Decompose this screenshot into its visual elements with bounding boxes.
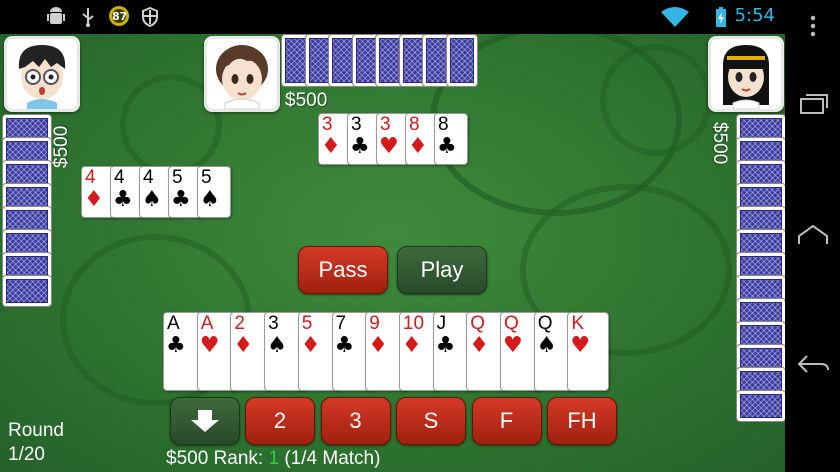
card-suit-icon: ♥ bbox=[379, 134, 399, 159]
card-suit-icon: ♣ bbox=[166, 333, 186, 358]
wifi-icon bbox=[660, 6, 690, 28]
girl-brown-hair-avatar-icon bbox=[216, 45, 268, 110]
footer-rank-value: 1 bbox=[268, 448, 280, 469]
card-suit-icon: ♥ bbox=[199, 333, 220, 358]
back-icon[interactable] bbox=[797, 352, 829, 376]
card-back bbox=[3, 276, 51, 306]
card-rank: 4 bbox=[143, 167, 154, 188]
navigation-bar bbox=[785, 0, 840, 472]
home-icon[interactable] bbox=[797, 224, 829, 248]
card-rank: J bbox=[436, 313, 447, 334]
card-back bbox=[446, 35, 477, 86]
round-value: 1/20 bbox=[8, 444, 45, 465]
hand-card[interactable]: K ♥ bbox=[567, 312, 610, 391]
card-rank: 9 bbox=[369, 313, 380, 334]
card-rank: A bbox=[200, 313, 214, 334]
card-suit-icon: ♠ bbox=[200, 187, 220, 212]
floral-swirl bbox=[600, 44, 712, 156]
card-suit-icon: ♦ bbox=[300, 333, 321, 358]
pass-button[interactable]: Pass bbox=[298, 246, 388, 294]
card-rank: 3 bbox=[322, 114, 333, 135]
card-back bbox=[737, 391, 785, 421]
card-rank: 10 bbox=[402, 313, 425, 334]
card-rank: 8 bbox=[438, 114, 449, 135]
card-rank: 3 bbox=[351, 114, 362, 135]
battery-charging-icon bbox=[714, 6, 728, 28]
card-rank: K bbox=[571, 313, 585, 334]
card-rank: 4 bbox=[114, 167, 125, 188]
combo-button[interactable]: F bbox=[471, 397, 542, 445]
sort-down-button[interactable] bbox=[170, 397, 240, 445]
left-player-money: $500 bbox=[51, 125, 72, 168]
usb-icon bbox=[80, 6, 96, 28]
combo-button[interactable]: 3 bbox=[320, 397, 391, 445]
footer-money: $500 bbox=[166, 448, 209, 469]
round-label: Round bbox=[8, 420, 64, 441]
card-rank: 3 bbox=[380, 114, 391, 135]
combo-button[interactable]: S bbox=[396, 397, 466, 445]
badge-count: 87 bbox=[112, 10, 128, 23]
avatar-left-player bbox=[4, 36, 80, 112]
down-arrow-icon bbox=[191, 410, 219, 432]
card-rank: 5 bbox=[172, 167, 183, 188]
card-rank: A bbox=[167, 313, 180, 334]
card-suit-icon: ♦ bbox=[84, 187, 104, 212]
card-suit-icon: ♠ bbox=[267, 333, 287, 358]
card-rank: 3 bbox=[268, 313, 279, 334]
card-suit-icon: ♠ bbox=[142, 187, 162, 212]
status-bar: 87 5:54 bbox=[0, 0, 785, 34]
clock: 5:54 bbox=[734, 5, 775, 26]
right-player-money: $500 bbox=[709, 122, 730, 165]
card-suit-icon: ♣ bbox=[350, 134, 370, 159]
card-suit-icon: ♣ bbox=[171, 187, 191, 212]
combo-button[interactable]: 2 bbox=[245, 397, 315, 445]
card-suit-icon: ♣ bbox=[113, 187, 133, 212]
card-suit-icon: ♣ bbox=[435, 333, 456, 358]
card-rank: 2 bbox=[234, 313, 245, 334]
card-rank: Q bbox=[470, 313, 486, 334]
card-rank: 7 bbox=[335, 313, 347, 334]
card-suit-icon: ♥ bbox=[570, 333, 591, 358]
recent-apps-icon[interactable] bbox=[797, 92, 829, 116]
footer-status: $500 Rank: 1 (1/4 Match) bbox=[166, 446, 380, 472]
card-rank: Q bbox=[537, 313, 553, 334]
avatar-right-player bbox=[708, 36, 784, 112]
menu-icon[interactable] bbox=[809, 14, 817, 38]
pile-card: 8 ♣ bbox=[434, 113, 468, 165]
card-rank: 8 bbox=[409, 114, 420, 135]
card-suit-icon: ♦ bbox=[321, 134, 341, 159]
card-rank: 5 bbox=[201, 167, 212, 188]
avatar-top-player bbox=[204, 36, 280, 112]
card-suit-icon: ♦ bbox=[233, 333, 254, 358]
card-suit-icon: ♣ bbox=[334, 333, 355, 358]
combo-button[interactable]: FH bbox=[547, 397, 617, 445]
girl-black-hair-avatar-icon bbox=[723, 45, 769, 110]
card-rank: 4 bbox=[85, 167, 96, 188]
card-suit-icon: ♦ bbox=[368, 333, 388, 358]
footer-match: (1/4 Match) bbox=[284, 448, 381, 469]
footer-rank-label: Rank: bbox=[213, 448, 264, 469]
card-suit-icon: ♦ bbox=[401, 333, 422, 358]
game-table: $500 $500 $500 Pass Play Round 1/20 $500… bbox=[0, 34, 785, 472]
card-suit-icon: ♦ bbox=[408, 134, 428, 159]
card-suit-icon: ♠ bbox=[536, 333, 557, 358]
card-suit-icon: ♣ bbox=[437, 134, 457, 159]
card-suit-icon: ♦ bbox=[469, 333, 490, 358]
card-suit-icon: ♥ bbox=[503, 333, 523, 358]
played-card: 5 ♠ bbox=[197, 166, 231, 218]
card-rank: 5 bbox=[301, 313, 313, 334]
card-rank: Q bbox=[504, 313, 519, 334]
play-button[interactable]: Play bbox=[397, 246, 487, 294]
shield-icon bbox=[141, 6, 159, 28]
boy-glasses-avatar-icon bbox=[18, 45, 66, 109]
top-player-money: $500 bbox=[285, 90, 328, 111]
android-debug-icon bbox=[46, 6, 66, 28]
